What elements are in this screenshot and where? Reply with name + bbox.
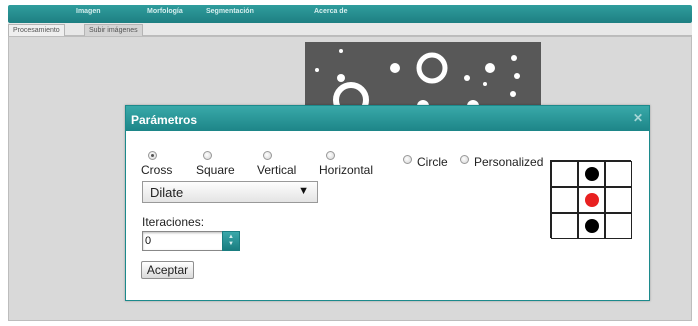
- radio-label-vertical: Vertical: [257, 163, 297, 177]
- dialog-title: Parámetros: [131, 113, 198, 127]
- dot-icon: [585, 219, 599, 233]
- radio-square[interactable]: [203, 151, 212, 160]
- dot-icon: [585, 167, 599, 181]
- spinner-up-icon[interactable]: ▲: [228, 234, 234, 240]
- operation-select-value: Dilate: [150, 185, 184, 200]
- tab-subir-imagenes[interactable]: Subir imágenes: [84, 24, 143, 36]
- grid-cell[interactable]: [578, 161, 605, 187]
- radio-cross[interactable]: [148, 151, 157, 160]
- grid-cell[interactable]: [551, 213, 578, 239]
- radio-horizontal[interactable]: [326, 151, 335, 160]
- radio-personalized[interactable]: [460, 155, 469, 164]
- iterations-spinner[interactable]: ▲ ▼: [222, 231, 240, 251]
- close-icon[interactable]: ✕: [633, 111, 643, 125]
- grid-cell[interactable]: [605, 187, 632, 213]
- radio-label-horizontal: Horizontal: [319, 163, 374, 177]
- menu-morfologia[interactable]: Morfología: [147, 8, 183, 15]
- tab-strip: Procesamiento Subir imágenes: [8, 23, 692, 36]
- radio-label-circle: Circle: [417, 155, 448, 169]
- radio-vertical[interactable]: [263, 151, 272, 160]
- tab-procesamiento[interactable]: Procesamiento: [8, 24, 65, 36]
- grid-cell[interactable]: [551, 187, 578, 213]
- accept-button[interactable]: Aceptar: [141, 261, 194, 279]
- radio-label-cross: Cross: [141, 163, 173, 177]
- grid-cell[interactable]: [605, 161, 632, 187]
- grid-cell[interactable]: [551, 161, 578, 187]
- operation-select[interactable]: Dilate ▼: [142, 181, 318, 203]
- spinner-down-icon[interactable]: ▼: [228, 241, 234, 247]
- structuring-element-grid: [550, 160, 632, 239]
- center-dot-icon: [585, 193, 599, 207]
- grid-cell[interactable]: [605, 213, 632, 239]
- radio-circle[interactable]: [403, 155, 412, 164]
- radio-label-personalized: Personalized: [474, 155, 544, 169]
- iterations-label: Iteraciones:: [142, 215, 205, 229]
- menu-imagen[interactable]: Imagen: [76, 8, 101, 15]
- iterations-value: 0: [145, 235, 152, 247]
- grid-cell[interactable]: [578, 187, 605, 213]
- radio-label-square: Square: [196, 163, 235, 177]
- grid-cell[interactable]: [578, 213, 605, 239]
- dialog-title-bar[interactable]: Parámetros ✕: [126, 106, 649, 131]
- menubar: Imagen Morfología Segmentación Acerca de: [8, 5, 692, 23]
- dropdown-arrow-icon: ▼: [298, 185, 309, 197]
- menu-acerca-de[interactable]: Acerca de: [314, 8, 347, 15]
- menu-segmentacion[interactable]: Segmentación: [206, 8, 254, 15]
